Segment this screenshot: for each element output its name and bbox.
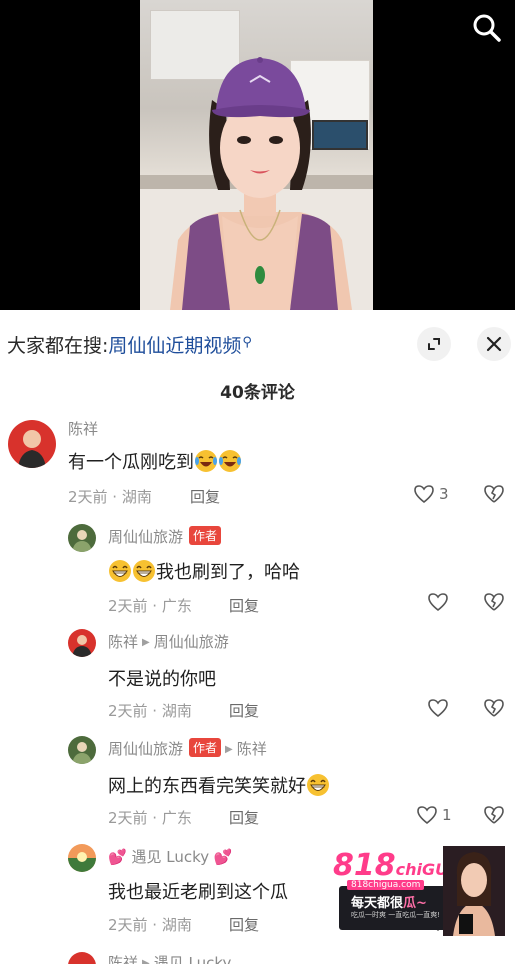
like-button[interactable] <box>427 698 449 718</box>
comment-text: 网上的东西看完笑笑就好 <box>108 772 330 798</box>
search-icon <box>473 14 501 42</box>
reply-to-user[interactable]: 陈祥 <box>237 740 267 758</box>
reply-arrow-icon: ▶ <box>142 637 150 648</box>
comment-meta: 2天前 · 广东 <box>108 597 192 615</box>
close-icon <box>486 336 502 352</box>
reply-to-user[interactable]: 周仙仙旅游 <box>154 633 229 651</box>
dislike-button[interactable] <box>483 805 505 829</box>
trending-search[interactable]: 大家都在搜:周仙仙近期视频⚲ <box>7 331 252 358</box>
crying-laughing-emoji <box>195 450 217 472</box>
reply-button[interactable]: 回复 <box>229 595 259 616</box>
avatar[interactable] <box>8 420 56 468</box>
comment-meta: 2天前 · 湖南 <box>108 916 192 934</box>
close-button[interactable] <box>477 327 511 361</box>
comment-author[interactable]: 💕 遇见 Lucky 💕 <box>108 846 233 867</box>
search-button[interactable] <box>469 10 505 46</box>
dislike-button[interactable] <box>483 698 505 722</box>
grinning-emoji <box>109 560 131 582</box>
comment-text: 我也刷到了，哈哈 <box>108 558 300 584</box>
heart-icon <box>428 593 448 612</box>
avatar[interactable] <box>68 629 96 657</box>
promo-person-image <box>443 846 505 936</box>
video-player[interactable] <box>0 0 515 310</box>
broken-heart-icon <box>484 593 504 611</box>
comment-author[interactable]: 陈祥 ▶ 遇见 Lucky <box>108 952 231 964</box>
like-button[interactable] <box>427 592 449 612</box>
comment-reply-item: 周仙仙旅游 作者 ▶ 陈祥 网上的东西看完笑笑就好 2天前 · 广东 回复 1 <box>0 734 515 834</box>
dislike-button[interactable] <box>483 484 505 508</box>
comment-text: 不是说的你吧 <box>108 669 216 690</box>
grinning-emoji <box>307 774 329 796</box>
like-button[interactable]: 1 <box>416 805 452 825</box>
promo-site: 818chigua.com <box>347 880 425 890</box>
comment-reply-item: 陈祥 ▶ 周仙仙旅游 不是说的你吧 2天前 · 湖南 回复 <box>0 627 515 727</box>
promo-watermark[interactable]: 818chiGUA 818chigua.com 每天都很瓜~ 吃瓜一时爽 一直吃… <box>333 846 505 936</box>
like-count: 3 <box>439 485 449 503</box>
comment-author[interactable]: 陈祥 <box>68 418 98 439</box>
comment-author[interactable]: 周仙仙旅游 作者 ▶ 陈祥 <box>108 738 267 759</box>
trending-search-prefix: 大家都在搜: <box>7 335 109 357</box>
comment-meta: 2天前 · 广东 <box>108 809 192 827</box>
heart-decoration-icon: 💕 <box>213 848 233 866</box>
expand-icon <box>428 338 440 350</box>
comments-count-title: 40条评论 <box>220 383 295 403</box>
promo-logo: 818chiGUA <box>333 848 460 883</box>
avatar[interactable] <box>68 736 96 764</box>
video-frame <box>140 0 373 310</box>
comment-author[interactable]: 周仙仙旅游 作者 <box>108 526 222 547</box>
promo-title: 每天都很瓜~ <box>351 896 427 911</box>
author-badge: 作者 <box>189 738 222 757</box>
reply-button[interactable]: 回复 <box>229 807 259 828</box>
author-badge: 作者 <box>189 526 222 545</box>
trending-search-term[interactable]: 周仙仙近期视频 <box>108 335 241 357</box>
comment-meta: 2天前 · 湖南 <box>108 702 192 720</box>
heart-icon <box>414 485 434 504</box>
reply-arrow-icon: ▶ <box>225 744 233 755</box>
comment-text: 有一个瓜刚吃到 <box>68 448 242 474</box>
heart-decoration-icon: 💕 <box>108 848 127 866</box>
comment-author[interactable]: 陈祥 ▶ 周仙仙旅游 <box>108 631 229 652</box>
crying-laughing-emoji <box>219 450 241 472</box>
avatar[interactable] <box>68 844 96 872</box>
avatar[interactable] <box>68 952 96 964</box>
heart-icon <box>428 699 448 718</box>
like-button[interactable]: 3 <box>413 484 449 504</box>
avatar[interactable] <box>68 524 96 552</box>
comment-item: 陈祥 有一个瓜刚吃到 2天前 · 湖南 回复 3 <box>0 414 515 514</box>
next-comment-peek: 陈祥 ▶ 遇见 Lucky <box>0 950 515 964</box>
dislike-button[interactable] <box>483 592 505 616</box>
reply-button[interactable]: 回复 <box>229 914 259 935</box>
promo-subtitle: 吃瓜一时爽 一直吃瓜一直爽! <box>351 911 441 919</box>
expand-button[interactable] <box>417 327 451 361</box>
person-in-video <box>170 57 352 310</box>
like-count: 1 <box>442 806 452 824</box>
heart-icon <box>417 806 437 825</box>
reply-arrow-icon: ▶ <box>142 958 150 964</box>
grinning-emoji <box>133 560 155 582</box>
reply-button[interactable]: 回复 <box>190 486 220 507</box>
comment-reply-item: 周仙仙旅游 作者 我也刷到了，哈哈 2天前 · 广东 回复 <box>0 520 515 620</box>
broken-heart-icon <box>484 699 504 717</box>
broken-heart-icon <box>484 485 504 503</box>
reply-button[interactable]: 回复 <box>229 700 259 721</box>
comment-text: 我也最近老刷到这个瓜 <box>108 882 288 903</box>
comment-meta: 2天前 · 湖南 <box>68 488 152 506</box>
search-small-icon: ⚲ <box>242 335 252 350</box>
broken-heart-icon <box>484 806 504 824</box>
